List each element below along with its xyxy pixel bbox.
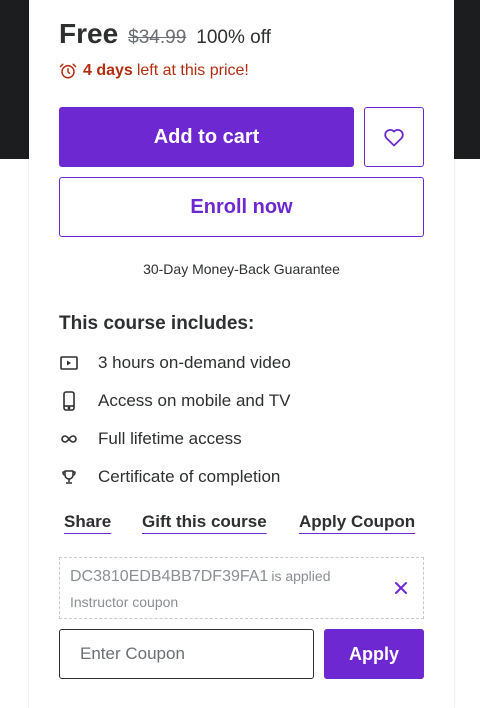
purchase-sidebar-card: Free $34.99 100% off 4 days left at this… — [29, 0, 454, 708]
coupon-code-line: DC3810EDB4BB7DF39FA1 is applied — [70, 568, 330, 586]
money-back-guarantee: 30-Day Money-Back Guarantee — [143, 261, 340, 277]
price-row: Free $34.99 100% off — [59, 18, 271, 50]
feature-label: Certificate of completion — [98, 467, 281, 486]
urgency-text: left at this price! — [136, 62, 249, 79]
alarm-clock-icon — [59, 63, 77, 79]
remove-coupon-button[interactable] — [391, 578, 411, 598]
feature-label: Access on mobile and TV — [98, 391, 291, 410]
coupon-type: Instructor coupon — [70, 594, 179, 610]
feature-item-certificate: Certificate of completion — [59, 467, 280, 487]
urgency-days: 4 days — [83, 62, 133, 79]
trophy-icon — [59, 467, 79, 487]
coupon-code: DC3810EDB4BB7DF39FA1 — [70, 568, 269, 585]
heart-icon — [384, 129, 404, 147]
includes-heading: This course includes: — [59, 313, 255, 334]
add-to-cart-button[interactable]: Add to cart — [59, 107, 354, 167]
feature-label: Full lifetime access — [98, 429, 242, 448]
applied-coupon-box: DC3810EDB4BB7DF39FA1 is applied Instructo… — [59, 557, 424, 619]
gift-course-link[interactable]: Gift this course — [142, 512, 267, 532]
coupon-status: is applied — [271, 568, 331, 584]
share-link[interactable]: Share — [64, 512, 111, 532]
feature-item-video: 3 hours on-demand video — [59, 353, 291, 373]
close-icon — [395, 582, 407, 594]
video-icon — [59, 353, 79, 373]
current-price: Free — [59, 18, 119, 49]
apply-coupon-button[interactable]: Apply — [324, 629, 424, 679]
coupon-input[interactable] — [59, 629, 314, 679]
wishlist-button[interactable] — [364, 107, 424, 167]
feature-item-lifetime: Full lifetime access — [59, 429, 242, 449]
infinity-icon — [59, 429, 79, 449]
feature-label: 3 hours on-demand video — [98, 353, 291, 372]
feature-item-mobile: Access on mobile and TV — [59, 391, 290, 411]
discount-percent: 100% off — [196, 27, 271, 48]
apply-coupon-link[interactable]: Apply Coupon — [299, 512, 415, 532]
original-price: $34.99 — [128, 27, 187, 48]
price-urgency: 4 days left at this price! — [59, 62, 249, 80]
enroll-now-button[interactable]: Enroll now — [59, 177, 424, 237]
mobile-icon — [59, 391, 79, 411]
